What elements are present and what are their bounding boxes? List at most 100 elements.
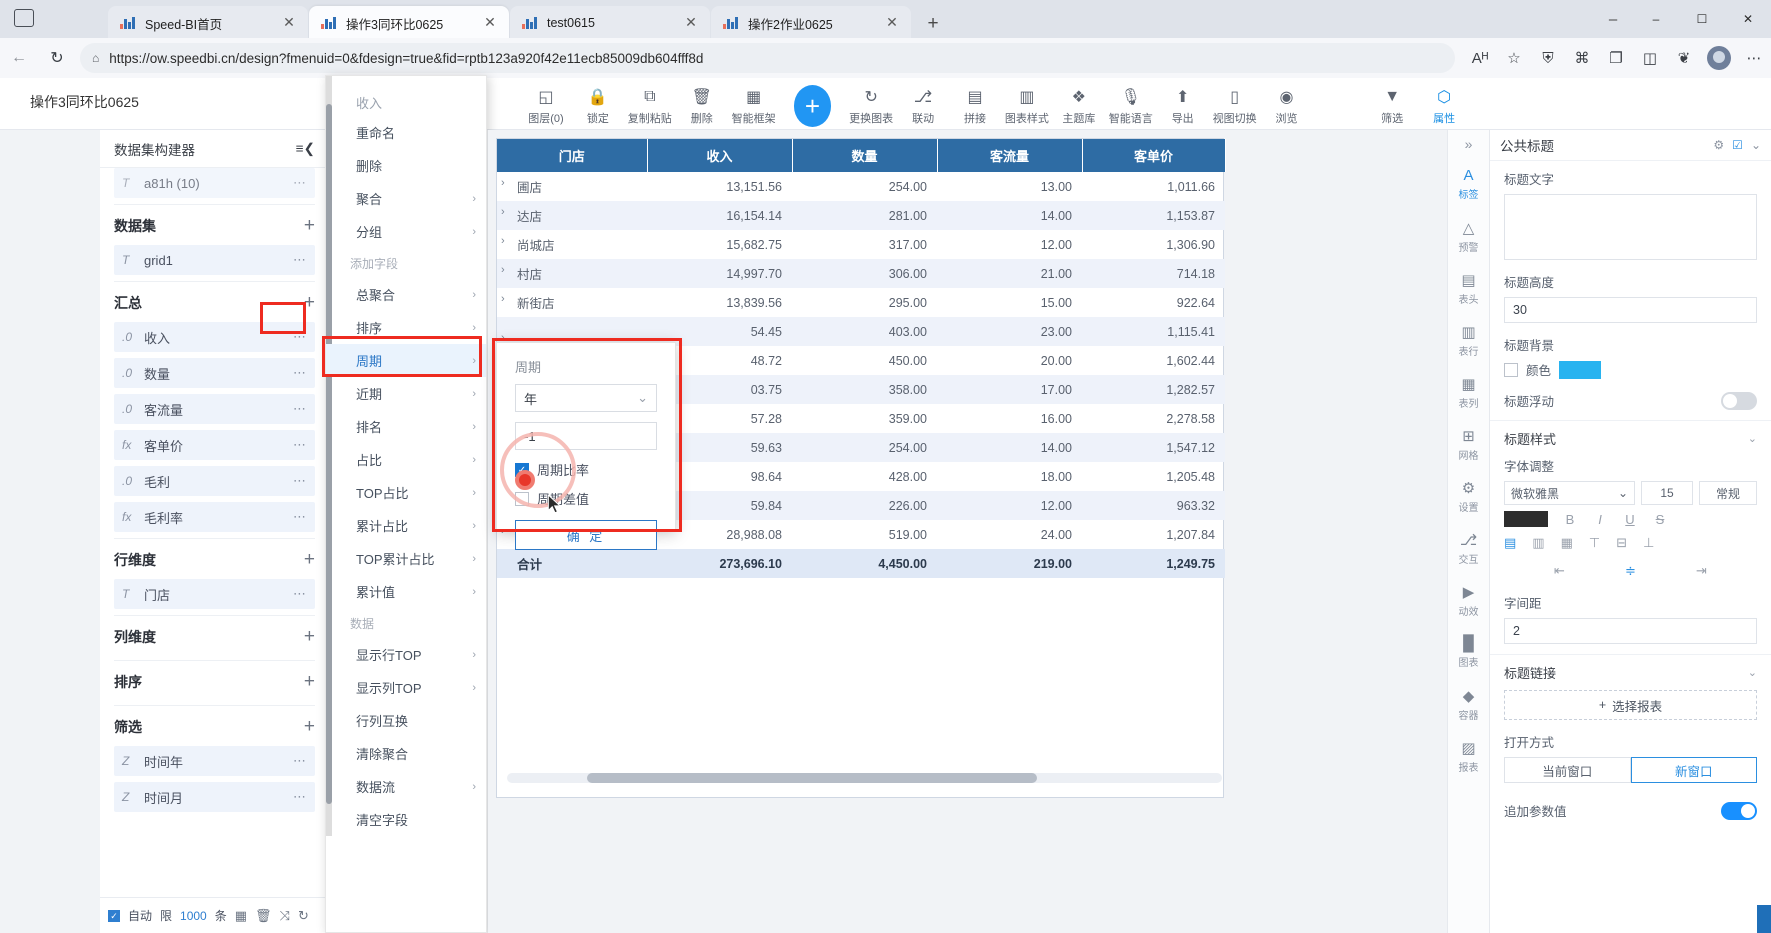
shield-icon[interactable]: ⛨ bbox=[1531, 42, 1565, 74]
field-menu-icon[interactable]: ⋯ bbox=[293, 473, 307, 489]
column-header-revenue[interactable]: 收入 bbox=[647, 139, 792, 172]
menu-item-clear-aggregate[interactable]: 清除聚合 bbox=[326, 737, 486, 770]
period-offset-input[interactable]: -1 bbox=[515, 422, 657, 450]
table-icon[interactable]: ▦ bbox=[235, 908, 247, 924]
trash-icon[interactable]: 🗑 bbox=[255, 908, 272, 924]
window-maximize-button[interactable]: ☐ bbox=[1679, 0, 1725, 38]
table-row[interactable]: ›新街店13,839.56295.0015.00922.64 bbox=[497, 288, 1225, 317]
align-top-icon[interactable]: ⊤ bbox=[1589, 535, 1600, 551]
period-unit-select[interactable]: 年 ⌄ bbox=[515, 384, 657, 412]
toolbar-properties[interactable]: ⬡ 属性 bbox=[1418, 86, 1470, 126]
menu-item-top-proportion[interactable]: TOP占比› bbox=[326, 476, 486, 509]
tab-close-icon[interactable]: ✕ bbox=[682, 14, 700, 32]
expand-icon[interactable]: › bbox=[501, 293, 505, 305]
field-menu-icon[interactable]: ⋯ bbox=[293, 252, 307, 268]
confirm-button[interactable]: 确 定 bbox=[515, 520, 657, 550]
period-ratio-option[interactable]: ✓ 周期比率 bbox=[515, 460, 657, 479]
avatar[interactable] bbox=[1707, 46, 1731, 70]
toolbar-export[interactable]: ⬆ 导出 bbox=[1157, 86, 1209, 126]
toolbar-delete[interactable]: 🗑 删除 bbox=[676, 86, 728, 126]
menu-item-sort[interactable]: 排序› bbox=[326, 311, 486, 344]
extensions-icon[interactable]: ⌘ bbox=[1565, 42, 1599, 74]
add-measure-button[interactable]: + bbox=[304, 292, 315, 314]
add-filter-button[interactable]: + bbox=[304, 716, 315, 738]
toolbar-preview[interactable]: ◉ 浏览 bbox=[1261, 86, 1313, 126]
table-row[interactable]: ›达店16,154.14281.0014.001,153.87 bbox=[497, 201, 1225, 230]
add-dataset-button[interactable]: + bbox=[304, 215, 315, 237]
open-mode-new-window[interactable]: 新窗口 bbox=[1631, 757, 1758, 783]
indent-right-icon[interactable]: ⇥ bbox=[1696, 563, 1707, 579]
title-style-section-header[interactable]: 标题样式 ⌄ bbox=[1490, 420, 1771, 452]
list-item[interactable]: T grid1 ⋯ bbox=[114, 245, 315, 275]
toolbar-filter[interactable]: ▼ 筛选 bbox=[1366, 86, 1418, 126]
align-center-icon[interactable]: ▥ bbox=[1532, 535, 1544, 551]
window-minimize-button[interactable]: – bbox=[1633, 0, 1679, 38]
chevron-down-icon[interactable]: ⌄ bbox=[1751, 138, 1761, 152]
toolbar-view-switch[interactable]: ▯ 视图切换 bbox=[1209, 86, 1261, 126]
expand-icon[interactable]: › bbox=[501, 264, 505, 276]
font-weight-select[interactable]: 常规 bbox=[1699, 481, 1757, 505]
favorite-star-icon[interactable]: ☆ bbox=[1497, 42, 1531, 74]
align-bottom-icon[interactable]: ⊥ bbox=[1643, 535, 1654, 551]
letter-spacing-input[interactable]: 2 bbox=[1504, 618, 1757, 644]
toolbar-change-chart[interactable]: ↻ 更换图表 bbox=[845, 86, 897, 126]
open-mode-current-window[interactable]: 当前窗口 bbox=[1504, 757, 1631, 783]
menu-item-top-cumulative-proportion[interactable]: TOP累计占比› bbox=[326, 542, 486, 575]
refresh-icon[interactable]: ↻ bbox=[298, 908, 309, 924]
rail-item-container[interactable]: ◆容器 bbox=[1448, 678, 1489, 730]
rail-item-grid[interactable]: ⊞网格 bbox=[1448, 418, 1489, 470]
tab-close-icon[interactable]: ✕ bbox=[280, 14, 298, 32]
menu-item-swap-rows-columns[interactable]: 行列互换 bbox=[326, 704, 486, 737]
list-item[interactable]: Z 时间月 ⋯ bbox=[114, 782, 315, 812]
strikethrough-icon[interactable]: S bbox=[1652, 512, 1668, 527]
toolbar-copy-paste[interactable]: ⧉ 复制粘贴 bbox=[624, 86, 676, 126]
column-header-avg-price[interactable]: 客单价 bbox=[1082, 139, 1225, 172]
field-menu-icon[interactable]: ⋯ bbox=[293, 789, 307, 805]
browser-essentials-icon[interactable]: ❦ bbox=[1667, 42, 1701, 74]
collections-icon[interactable]: ❐ bbox=[1599, 42, 1633, 74]
url-input[interactable]: ⌂ https://ow.speedbi.cn/design?fmenuid=0… bbox=[80, 43, 1455, 73]
menu-item-cumulative-value[interactable]: 累计值› bbox=[326, 575, 486, 608]
field-menu-icon[interactable]: ⋯ bbox=[293, 753, 307, 769]
field-menu-icon[interactable]: ⋯ bbox=[293, 365, 307, 381]
toolbar-linkage[interactable]: ⎇ 联动 bbox=[897, 86, 949, 126]
tab-close-icon[interactable]: ✕ bbox=[883, 14, 901, 32]
align-right-icon[interactable]: ▦ bbox=[1561, 535, 1573, 551]
title-float-toggle[interactable] bbox=[1721, 392, 1757, 410]
indent-center-icon[interactable]: ≑ bbox=[1625, 563, 1636, 579]
indent-left-icon[interactable]: ⇤ bbox=[1554, 563, 1565, 579]
column-header-traffic[interactable]: 客流量 bbox=[937, 139, 1082, 172]
window-minimize-small-icon[interactable]: – bbox=[1593, 0, 1633, 38]
period-diff-option[interactable]: 周期差值 bbox=[515, 489, 657, 508]
rail-item-table-column[interactable]: ▦表列 bbox=[1448, 366, 1489, 418]
rail-item-table-header[interactable]: ▤表头 bbox=[1448, 262, 1489, 314]
list-item[interactable]: T 门店 ⋯ bbox=[114, 579, 315, 609]
list-item[interactable]: fx 客单价 ⋯ bbox=[114, 430, 315, 460]
add-sort-button[interactable]: + bbox=[304, 671, 315, 693]
rail-item-settings[interactable]: ⚙设置 bbox=[1448, 470, 1489, 522]
list-item-revenue[interactable]: .0 收入 ⋯ bbox=[114, 322, 315, 352]
toolbar-layer[interactable]: ◱ 图层(0) bbox=[520, 86, 572, 126]
field-menu-icon[interactable]: ⋯ bbox=[293, 437, 307, 453]
tab-close-icon[interactable]: ✕ bbox=[481, 14, 499, 32]
table-horizontal-scrollbar[interactable] bbox=[507, 773, 1222, 783]
expand-icon[interactable]: › bbox=[501, 177, 505, 189]
browser-tab-3[interactable]: 操作2作业0625 ✕ bbox=[711, 6, 911, 40]
menu-item-clear-fields[interactable]: 清空字段 bbox=[326, 803, 486, 836]
back-icon[interactable]: ← bbox=[0, 42, 38, 74]
list-item[interactable]: .0 客流量 ⋯ bbox=[114, 394, 315, 424]
read-aloud-icon[interactable]: Aᴴ bbox=[1463, 42, 1497, 74]
table-row[interactable]: ›圃店13,151.56254.0013.001,011.66 bbox=[497, 172, 1225, 201]
add-component-button[interactable]: + bbox=[794, 85, 832, 127]
list-item[interactable]: T a81h (10) ⋯ bbox=[114, 168, 315, 198]
add-column-dimension-button[interactable]: + bbox=[304, 626, 315, 648]
menu-item-period[interactable]: 周期› bbox=[326, 344, 486, 377]
split-screen-icon[interactable]: ◫ bbox=[1633, 42, 1667, 74]
menu-item-rank[interactable]: 排名› bbox=[326, 410, 486, 443]
align-left-icon[interactable]: ▤ bbox=[1504, 535, 1516, 551]
rail-item-report[interactable]: ▨报表 bbox=[1448, 730, 1489, 782]
italic-icon[interactable]: I bbox=[1592, 512, 1608, 527]
table-row[interactable]: ›村店14,997.70306.0021.00714.18 bbox=[497, 259, 1225, 288]
color-enable-checkbox[interactable] bbox=[1504, 363, 1518, 377]
field-menu-icon[interactable]: ⋯ bbox=[293, 586, 307, 602]
